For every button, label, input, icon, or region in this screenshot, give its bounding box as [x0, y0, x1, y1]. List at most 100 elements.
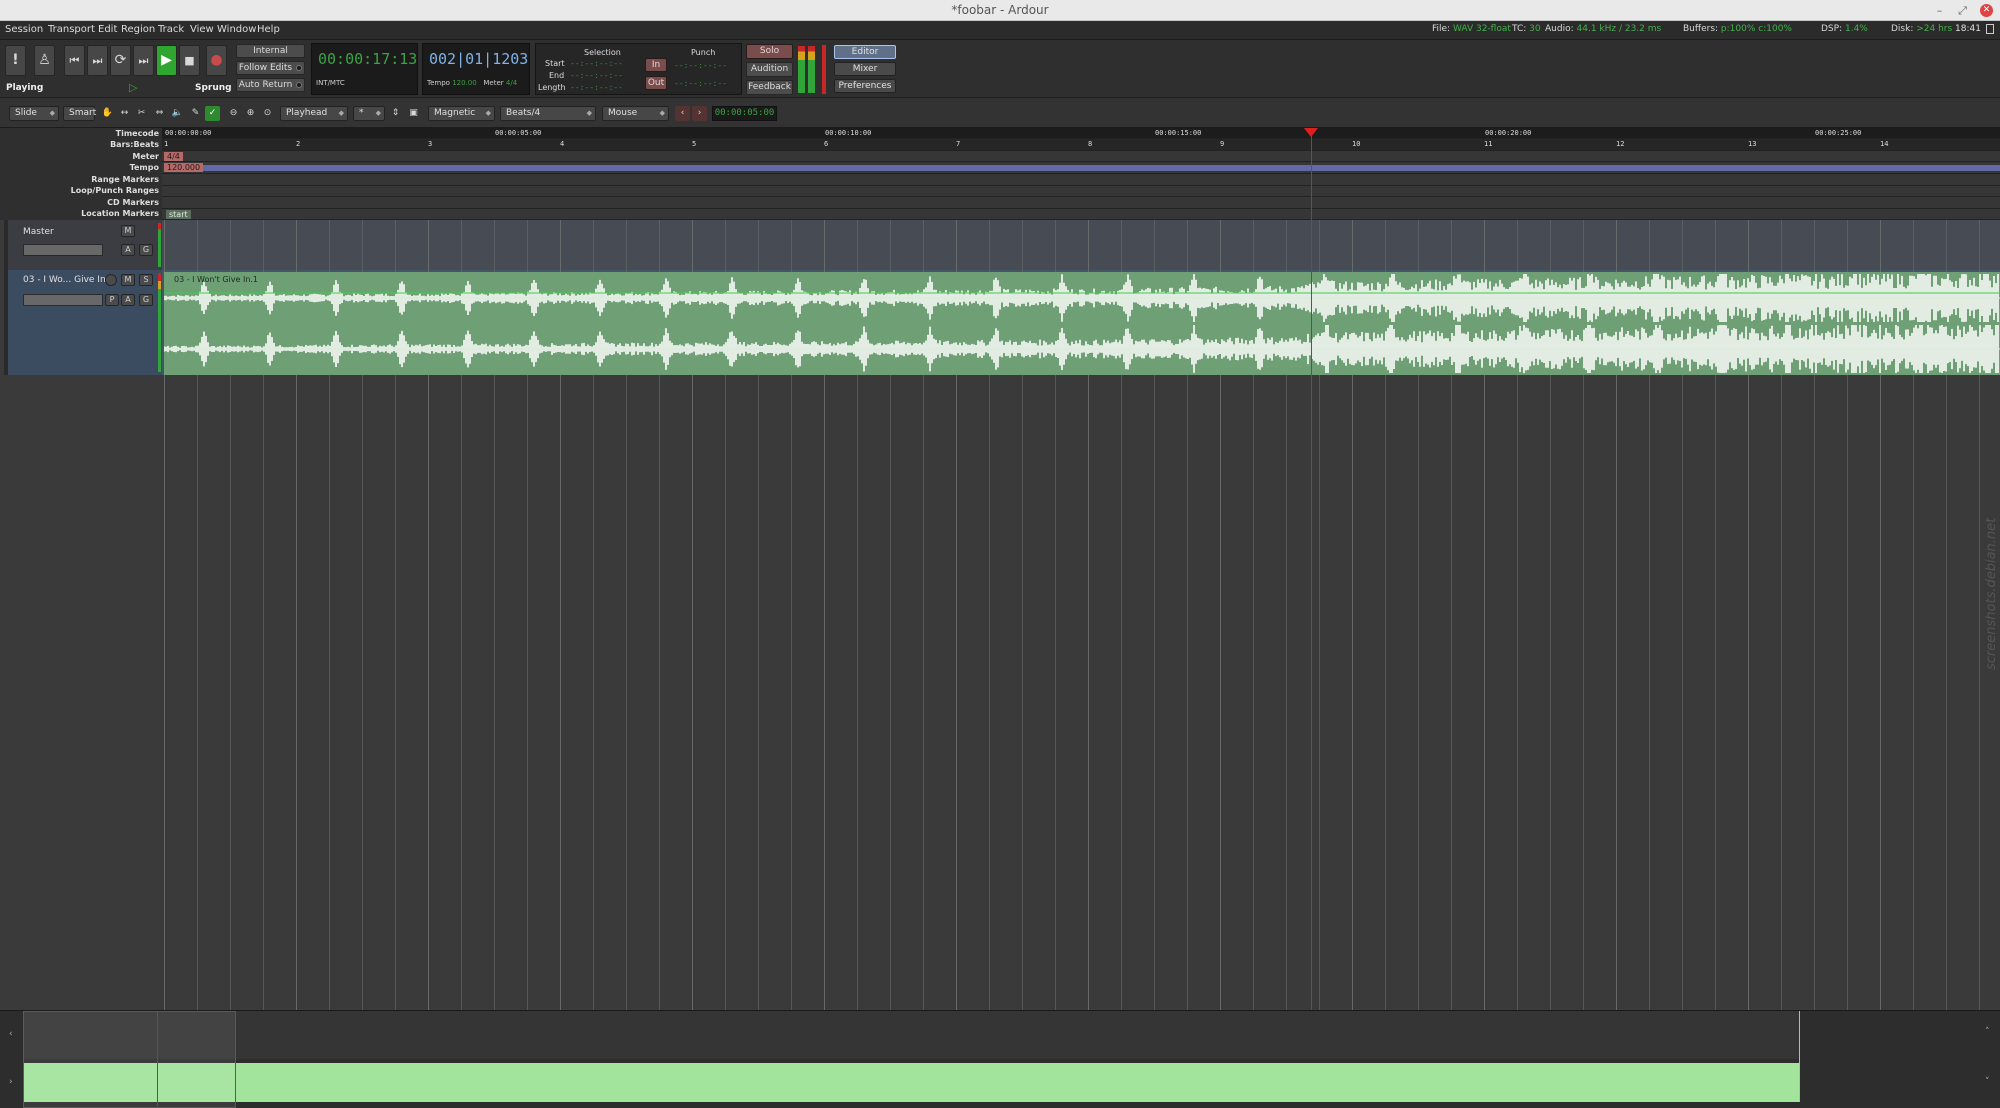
close-icon[interactable]: ✕ [1980, 4, 1993, 17]
grab-tool-icon[interactable]: ✋ [100, 106, 115, 121]
loop-icon[interactable]: ⟳ [110, 45, 131, 76]
solo-button[interactable]: Solo [746, 44, 793, 59]
ruler-label-bars-beats[interactable]: Bars:Beats [110, 140, 159, 149]
timecode-ruler[interactable]: 00:00:00:00 00:00:05:00 00:00:10:00 00:00:1… [162, 128, 2000, 139]
master-group-button[interactable]: G [139, 244, 153, 256]
summary-scroll-right-icon[interactable]: › [9, 1077, 13, 1087]
nudge-backward-icon[interactable]: ‹ [675, 106, 690, 121]
follow-edits-button[interactable]: Follow Edits [236, 61, 305, 75]
cut-tool-icon[interactable]: ✂ [134, 106, 149, 121]
metronome-icon[interactable]: ♙ [34, 45, 55, 76]
stop-icon[interactable]: ■ [179, 45, 200, 76]
master-track-header[interactable]: Master M A G [4, 220, 165, 270]
audio-region[interactable]: 03 - I Won't Give In.1 [164, 272, 2000, 375]
goto-start-icon[interactable]: ⏮ [64, 45, 85, 76]
range-tool-icon[interactable]: ↔ [117, 106, 132, 121]
auto-return-button[interactable]: Auto Return [236, 78, 305, 92]
record-icon[interactable]: ● [206, 45, 227, 76]
audio-track-solo-button[interactable]: S [139, 274, 153, 286]
meter-ruler[interactable]: 4/4 [162, 151, 2000, 162]
master-automation-button[interactable]: A [121, 244, 135, 256]
punch-out-button[interactable]: Out [645, 76, 667, 90]
ruler-label-location-markers[interactable]: Location Markers [81, 209, 159, 218]
selection-end-clock[interactable]: --:--:--:-- [570, 71, 623, 80]
editor-canvas[interactable]: 03 - I Won't Give In.1 [162, 220, 2000, 1010]
audition-button[interactable]: Audition [746, 62, 793, 77]
summary-scroll-left-icon[interactable]: ‹ [9, 1029, 13, 1039]
maximize-icon[interactable]: ⤢ [1956, 4, 1969, 17]
meter-marker[interactable]: 4/4 [164, 152, 183, 161]
master-track-name[interactable]: Master [23, 227, 54, 237]
loop-punch-ruler[interactable] [162, 186, 2000, 197]
play-icon[interactable]: ▶ [156, 45, 177, 76]
tab-preferences[interactable]: Preferences [834, 79, 896, 93]
edit-mode-select[interactable]: Slide ◆ [9, 106, 59, 121]
tab-mixer[interactable]: Mixer [834, 62, 896, 76]
menu-edit[interactable]: Edit [98, 24, 117, 35]
zoom-out-icon[interactable]: ⊖ [226, 106, 241, 121]
status-log-icon[interactable] [1986, 24, 1994, 34]
zoom-in-icon[interactable]: ⊕ [243, 106, 258, 121]
expand-tracks-icon[interactable]: ▣ [406, 106, 421, 121]
nudge-forward-icon[interactable]: › [692, 106, 707, 121]
start-marker[interactable]: start [166, 210, 191, 219]
audio-track-gain-fader[interactable] [23, 294, 103, 306]
location-markers-ruler[interactable]: start [162, 209, 2000, 220]
menu-session[interactable]: Session [5, 24, 43, 35]
master-track-lane[interactable] [162, 220, 2000, 270]
punch-in-clock[interactable]: --:--:--:-- [674, 61, 727, 70]
tab-editor[interactable]: Editor [834, 45, 896, 59]
audio-track-header[interactable]: 03 - I Wo... Give In M S P A G [4, 270, 165, 375]
ruler-label-tempo[interactable]: Tempo [130, 163, 159, 172]
transport-mode[interactable]: Sprung [195, 83, 232, 93]
audio-track-record-button[interactable] [105, 274, 117, 286]
cd-markers-ruler[interactable] [162, 197, 2000, 209]
punch-in-button[interactable]: In [645, 58, 667, 72]
ruler-label-cd-markers[interactable]: CD Markers [107, 198, 159, 207]
primary-clock[interactable]: 00:00:17:13 INT/MTC [311, 43, 418, 95]
play-range-icon[interactable]: ⏭ [133, 45, 154, 76]
menu-window[interactable]: Window [217, 24, 256, 35]
audio-track-group-button[interactable]: G [139, 294, 153, 306]
selection-start-clock[interactable]: --:--:--:-- [570, 59, 623, 68]
nudge-clock[interactable]: 00:00:05:00 [712, 106, 777, 121]
range-markers-ruler[interactable] [162, 174, 2000, 186]
menu-track[interactable]: Track [158, 24, 184, 35]
bars-beats-ruler[interactable]: 1 2 3 4 5 6 7 8 9 10 11 12 13 14 [162, 139, 2000, 151]
menu-transport[interactable]: Transport [48, 24, 95, 35]
secondary-clock[interactable]: 002|01|1203 Tempo 120.00 Meter 4/4 [422, 43, 530, 95]
menu-view[interactable]: View [190, 24, 214, 35]
stretch-tool-icon[interactable]: ⇔ [152, 106, 167, 121]
audio-track-mute-button[interactable]: M [121, 274, 135, 286]
ripple-mode-button[interactable]: Smart [63, 106, 96, 121]
summary-scroll-up-icon[interactable]: ˄ [1985, 1027, 1990, 1037]
ruler-area[interactable]: 00:00:00:00 00:00:05:00 00:00:10:00 00:00:1… [162, 128, 2000, 220]
tempo-ruler[interactable]: 120.000 [162, 162, 2000, 174]
ruler-label-meter[interactable]: Meter [132, 152, 159, 161]
playhead[interactable] [1311, 128, 1312, 1010]
punch-out-clock[interactable]: --:--:--:-- [674, 79, 727, 88]
tempo-marker[interactable]: 120.000 [164, 163, 204, 172]
goto-end-icon[interactable]: ⏭ [87, 45, 108, 76]
audition-tool-icon[interactable]: 🔈 [170, 106, 185, 121]
audio-track-automation-button[interactable]: A [121, 294, 135, 306]
edit-point-select[interactable]: Mouse ◆ [602, 106, 669, 121]
grid-type-select[interactable]: Beats/4 ◆ [500, 106, 596, 121]
ruler-label-range-markers[interactable]: Range Markers [91, 175, 159, 184]
editor-summary[interactable]: ‹ › ˄ ˅ [0, 1010, 2000, 1108]
audio-track-playlist-button[interactable]: P [105, 294, 119, 306]
selection-length-clock[interactable]: --:--:--:-- [570, 83, 623, 92]
shrink-tracks-icon[interactable]: ⇕ [388, 106, 403, 121]
visible-tracks-select[interactable]: * ◆ [353, 106, 385, 121]
summary-view-box[interactable] [23, 1011, 236, 1108]
ruler-label-timecode[interactable]: Timecode [116, 129, 159, 138]
menu-region[interactable]: Region [121, 24, 155, 35]
draw-tool-icon[interactable]: ✎ [188, 106, 203, 121]
sync-source-button[interactable]: Internal [236, 44, 305, 58]
summary-scroll-down-icon[interactable]: ˅ [1985, 1077, 1990, 1087]
minimize-icon[interactable]: – [1933, 4, 1946, 17]
menu-help[interactable]: Help [257, 24, 280, 35]
master-gain-fader[interactable] [23, 244, 103, 256]
master-mute-button[interactable]: M [121, 225, 135, 237]
error-log-icon[interactable]: ! [5, 45, 26, 76]
